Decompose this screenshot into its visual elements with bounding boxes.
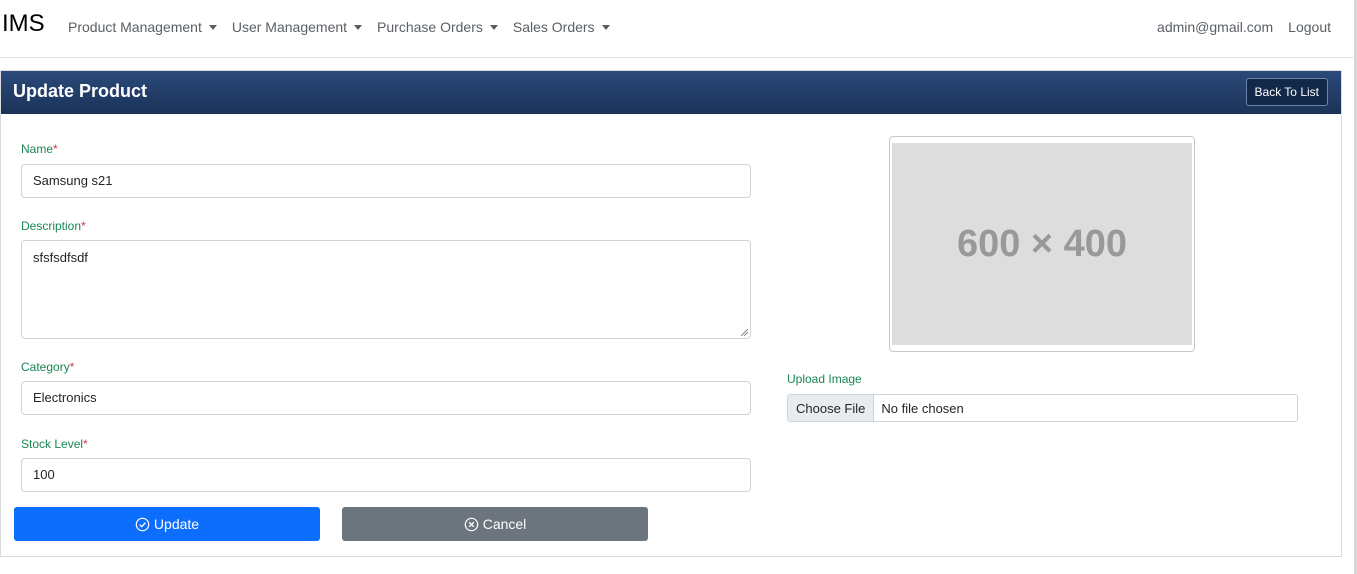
nav-sales-orders[interactable]: Sales Orders xyxy=(513,19,610,35)
image-placeholder: 600 × 400 xyxy=(892,143,1192,345)
required-marker: * xyxy=(81,219,86,233)
file-status-text: No file chosen xyxy=(881,400,964,416)
required-marker: * xyxy=(83,437,88,451)
stock-level-label: Stock Level* xyxy=(21,437,88,451)
nav-sales-orders-label: Sales Orders xyxy=(512,19,595,35)
name-label: Name* xyxy=(21,142,58,156)
stock-level-label-text: Stock Level xyxy=(21,437,84,451)
check-circle-icon xyxy=(135,517,150,531)
resize-grip-icon[interactable] xyxy=(741,329,748,336)
name-label-text: Name xyxy=(21,142,54,156)
user-email-link[interactable]: admin@gmail.com xyxy=(1157,19,1273,35)
nav-user-management-label: User Management xyxy=(231,19,348,35)
name-input[interactable]: Samsung s21 xyxy=(21,164,751,198)
top-navbar: IMS Product Management User Management P… xyxy=(0,0,1357,58)
required-marker: * xyxy=(69,360,75,374)
card-header: Update Product Back To List xyxy=(1,71,1341,114)
back-to-list-button[interactable]: Back To List xyxy=(1245,78,1328,106)
logout-link[interactable]: Logout xyxy=(1288,19,1331,35)
stock-level-input[interactable]: 100 xyxy=(21,458,751,492)
caret-down-icon xyxy=(489,24,498,30)
choose-file-button[interactable]: Choose File xyxy=(788,395,875,421)
upload-image-input[interactable]: Choose File No file chosen xyxy=(787,394,1298,422)
nav-user-area: admin@gmail.com Logout xyxy=(1142,19,1331,35)
nav-product-management-label: Product Management xyxy=(68,19,202,35)
description-label: Description* xyxy=(21,219,86,233)
description-label-text: Description xyxy=(21,219,82,233)
brand-logo[interactable]: IMS xyxy=(2,10,45,38)
caret-down-icon xyxy=(601,24,610,30)
nav-purchase-orders-label: Purchase Orders xyxy=(377,19,483,35)
nav-user-management[interactable]: User Management xyxy=(231,19,363,35)
update-button[interactable]: Update xyxy=(14,507,320,541)
category-label: Category* xyxy=(21,360,74,374)
cancel-button-label: Cancel xyxy=(482,516,527,532)
caret-down-icon xyxy=(208,24,217,30)
nav-purchase-orders[interactable]: Purchase Orders xyxy=(377,19,498,35)
caret-down-icon xyxy=(354,24,363,30)
update-button-label: Update xyxy=(153,516,200,532)
category-input[interactable]: Electronics xyxy=(21,381,751,415)
upload-image-label: Upload Image xyxy=(787,372,862,386)
close-circle-icon xyxy=(464,517,478,531)
nav-menu: Product Management User Management Purch… xyxy=(68,19,625,35)
description-text: sfsfsdfsdf xyxy=(33,250,88,265)
cancel-button[interactable]: Cancel xyxy=(342,507,648,541)
nav-product-management[interactable]: Product Management xyxy=(68,19,217,35)
description-textarea[interactable]: sfsfsdfsdf xyxy=(21,240,751,339)
product-image-preview: 600 × 400 xyxy=(889,136,1195,352)
required-marker: * xyxy=(53,142,58,156)
page-title: Update Product xyxy=(13,81,148,101)
category-label-text: Category xyxy=(21,360,70,374)
